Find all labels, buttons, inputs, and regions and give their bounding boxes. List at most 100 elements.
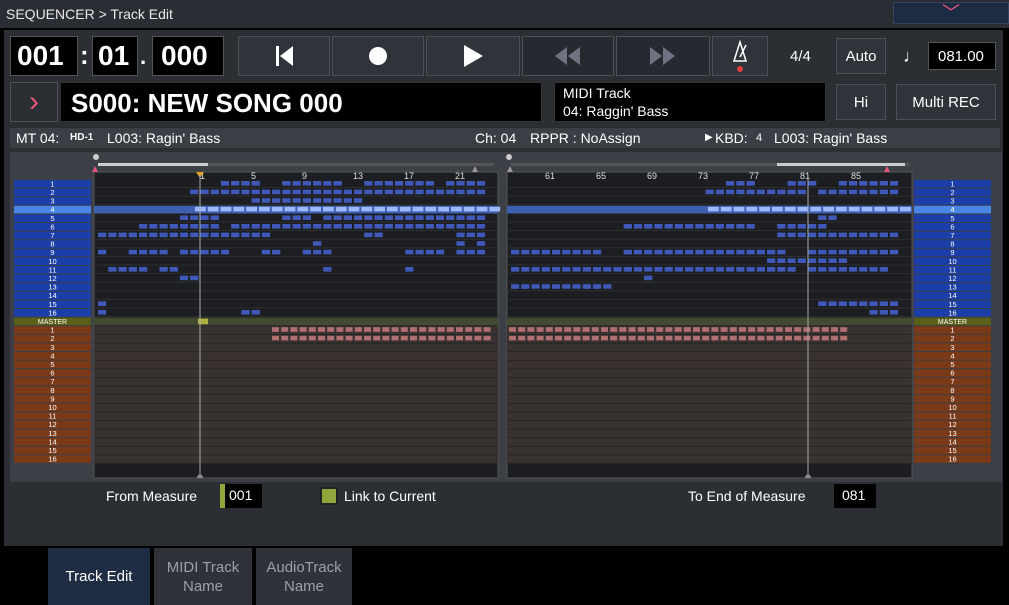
audio-clip bbox=[465, 327, 473, 332]
clip bbox=[836, 206, 847, 212]
audio-clip bbox=[345, 335, 353, 341]
clip bbox=[251, 181, 260, 186]
clip bbox=[708, 206, 719, 212]
tab-track-edit[interactable]: Track Edit bbox=[48, 548, 150, 605]
audio-clip bbox=[591, 327, 599, 332]
clip bbox=[261, 249, 271, 255]
clip bbox=[384, 181, 393, 186]
clip bbox=[869, 189, 878, 195]
track-grid-canvas[interactable]: 1 5 9 13 17 21 61 65 69 73 77 81 851 12 23 34 45 56 67 78 89… bbox=[10, 152, 1002, 482]
track-select-field[interactable]: MIDI Track 04: Raggin' Bass bbox=[554, 82, 826, 122]
song-select-arrow[interactable]: › bbox=[10, 82, 58, 122]
clip bbox=[313, 181, 322, 186]
audio-clip bbox=[336, 327, 344, 332]
clip bbox=[644, 275, 653, 281]
clip bbox=[784, 206, 796, 212]
clip bbox=[384, 224, 393, 229]
clip bbox=[531, 249, 540, 255]
clip bbox=[272, 224, 281, 229]
song-name-field[interactable]: S000: NEW SONG 000 bbox=[60, 82, 542, 122]
location-tick[interactable]: 000 bbox=[152, 36, 224, 76]
clip bbox=[874, 206, 886, 212]
audio-clip bbox=[573, 327, 581, 332]
audio-clip bbox=[518, 327, 526, 332]
audio-clip bbox=[647, 327, 654, 332]
clip bbox=[98, 249, 107, 255]
program-name[interactable]: L003: Ragin' Bass bbox=[107, 130, 220, 146]
clip bbox=[394, 189, 404, 195]
clip bbox=[623, 249, 632, 255]
measure-label: 13 bbox=[353, 171, 363, 181]
menu-button[interactable]: ﹀ bbox=[893, 2, 1009, 24]
location-beat[interactable]: 01 bbox=[92, 36, 138, 76]
clip bbox=[282, 215, 291, 220]
clip bbox=[818, 249, 827, 255]
clip bbox=[582, 284, 591, 289]
audio-row bbox=[94, 369, 498, 377]
clip bbox=[807, 224, 817, 229]
clip bbox=[889, 249, 899, 255]
track-overview-grid[interactable]: 1 5 9 13 17 21 61 65 69 73 77 81 85 1 1 2 2 3 3 4 4 5 5 6 6 7 7 8 8 9… bbox=[10, 152, 1002, 482]
clip bbox=[787, 232, 796, 238]
audio-clip bbox=[720, 327, 728, 332]
clip bbox=[848, 181, 858, 186]
clip bbox=[323, 215, 332, 220]
audio-clip bbox=[702, 327, 710, 332]
master-row bbox=[507, 317, 912, 326]
rewind-button[interactable] bbox=[522, 36, 614, 76]
clip bbox=[879, 310, 888, 315]
link-to-current-checkbox[interactable] bbox=[320, 487, 338, 505]
audio-clip bbox=[336, 335, 344, 341]
clip bbox=[859, 232, 868, 238]
clip bbox=[169, 224, 178, 229]
audio-clip bbox=[272, 335, 279, 341]
audio-clip bbox=[299, 327, 307, 332]
to-end-measure-field[interactable]: 081 bbox=[834, 484, 876, 508]
clip bbox=[777, 267, 786, 272]
window-title: SEQUENCER > Track Edit bbox=[6, 6, 173, 22]
from-measure-field[interactable]: 001 bbox=[220, 484, 262, 508]
from-measure-label: From Measure bbox=[106, 488, 198, 504]
clip bbox=[797, 232, 806, 238]
tick-value: 000 bbox=[161, 40, 208, 71]
tab-audio-track-name[interactable]: AudioTrack Name bbox=[256, 548, 352, 605]
audio-row bbox=[94, 386, 498, 394]
audio-clip bbox=[364, 327, 371, 332]
metronome-button[interactable] bbox=[712, 36, 768, 76]
clip bbox=[179, 275, 189, 281]
audio-clip bbox=[400, 335, 408, 341]
location-measure[interactable]: 001 bbox=[10, 36, 78, 76]
resolution-button[interactable]: Hi bbox=[836, 84, 886, 120]
clip bbox=[333, 224, 342, 229]
rewind-to-start-button[interactable] bbox=[238, 36, 330, 76]
clip bbox=[551, 267, 561, 272]
clip bbox=[241, 232, 250, 238]
clip bbox=[644, 249, 653, 255]
audio-clip bbox=[785, 327, 792, 332]
kbd-program[interactable]: L003: Ragin' Bass bbox=[774, 130, 887, 146]
play-button[interactable] bbox=[426, 36, 520, 76]
track-number: 16 bbox=[948, 308, 956, 317]
tab-midi-track-name[interactable]: MIDI Track Name bbox=[154, 548, 252, 605]
clip bbox=[118, 232, 127, 238]
tab-label-line2: Name bbox=[182, 577, 223, 595]
clip bbox=[415, 181, 424, 186]
to-end-measure-label: To End of Measure bbox=[688, 488, 806, 504]
rppr-label[interactable]: RPPR : NoAssign bbox=[530, 130, 640, 146]
clip bbox=[302, 215, 312, 220]
tempo-field[interactable]: 081.00 bbox=[928, 42, 996, 70]
audio-row bbox=[507, 403, 912, 412]
tempo-mode-button[interactable]: Auto bbox=[836, 38, 886, 74]
channel-label[interactable]: Ch: 04 bbox=[475, 130, 516, 146]
fast-forward-button[interactable] bbox=[616, 36, 710, 76]
clip bbox=[425, 249, 434, 255]
record-button[interactable] bbox=[332, 36, 424, 76]
time-signature[interactable]: 4/4 bbox=[790, 48, 811, 65]
audio-row bbox=[507, 369, 912, 377]
clip bbox=[879, 232, 888, 238]
clip bbox=[313, 249, 322, 255]
clip bbox=[592, 249, 602, 255]
multi-rec-button[interactable]: Multi REC bbox=[896, 84, 996, 120]
loop-marker-left bbox=[472, 166, 478, 172]
clip bbox=[726, 249, 735, 255]
